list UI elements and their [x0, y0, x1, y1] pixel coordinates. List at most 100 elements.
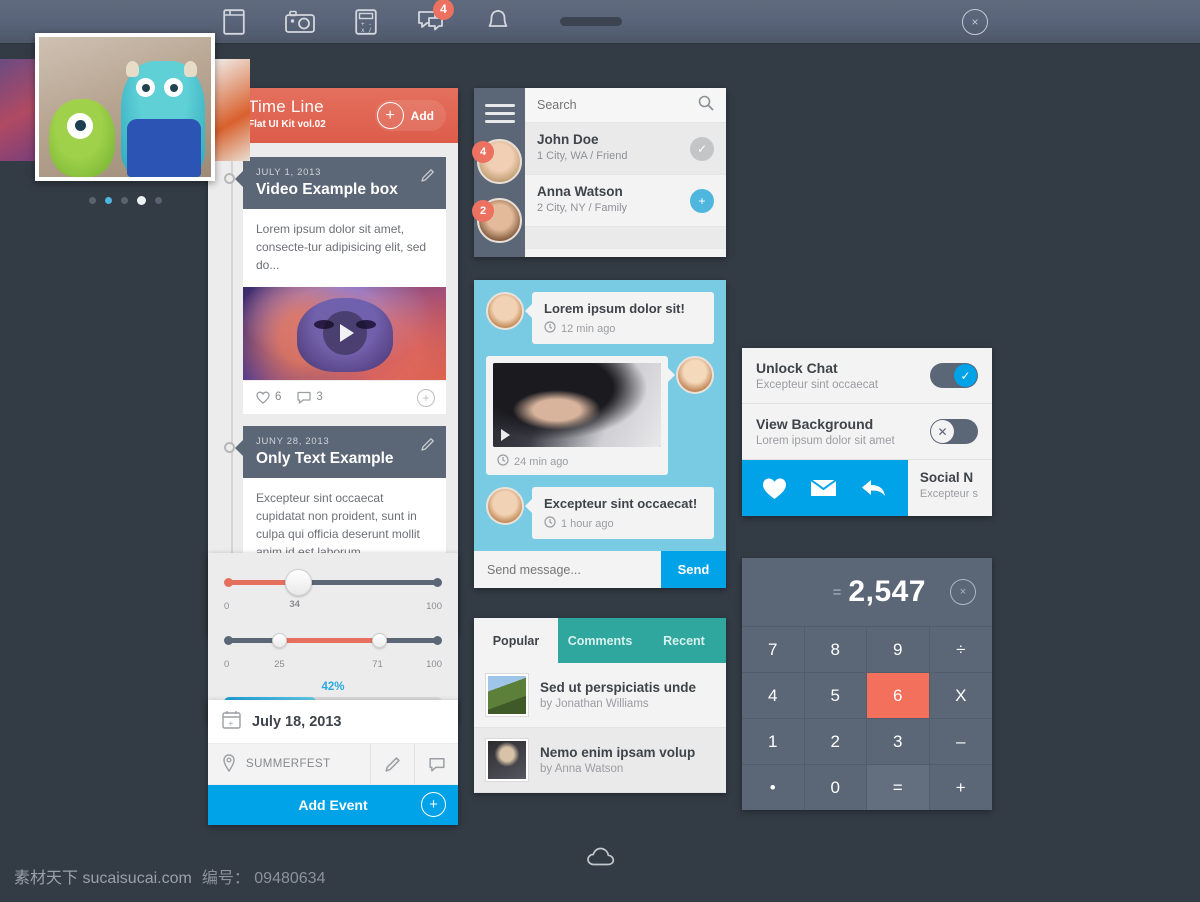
contact-row[interactable]: Anna Watson 2 City, NY / Family + — [525, 175, 726, 227]
contacts-panel: 4 2 John Doe 1 City, WA / Friend ✓ Anna … — [472, 88, 726, 257]
contact-avatar[interactable]: 2 — [472, 198, 522, 243]
calc-key-4[interactable]: 4 — [742, 672, 805, 718]
more-plus-icon[interactable]: + — [417, 388, 435, 407]
contacts-footer — [525, 227, 726, 249]
clear-icon[interactable]: × — [950, 579, 976, 605]
tab-comments[interactable]: Comments — [558, 618, 642, 663]
calculator-icon[interactable]: + -x / — [348, 6, 384, 38]
calculator-value: 2,547 — [848, 575, 926, 608]
add-event-button[interactable]: Add Event + — [208, 785, 458, 825]
mike-pupil — [75, 120, 86, 131]
chat-timestamp: 1 hour ago — [544, 516, 702, 531]
envelope-icon[interactable] — [810, 478, 838, 498]
list-item[interactable]: Sed ut perspiciatis unde by Jonathan Wil… — [474, 663, 726, 728]
calc-key-minus[interactable]: – — [929, 718, 992, 764]
sliders-panel: 0 100 34 0 25 71 100 42% — [208, 553, 458, 721]
timeline-item-headline: Only Text Example — [256, 449, 394, 467]
calc-key-5[interactable]: 5 — [804, 672, 867, 718]
chat-photo[interactable] — [493, 363, 661, 447]
message-input[interactable] — [487, 562, 648, 577]
slider-handle[interactable] — [285, 569, 313, 596]
chat-bubble: Lorem ipsum dolor sit! 12 min ago — [525, 292, 714, 344]
heart-icon — [256, 391, 270, 404]
gallery-dot[interactable] — [104, 197, 112, 204]
calc-key-plus[interactable]: + — [929, 764, 992, 810]
chat-time-label: 24 min ago — [514, 455, 569, 468]
calc-key-multiply[interactable]: X — [929, 672, 992, 718]
calc-key-3[interactable]: 3 — [867, 718, 930, 764]
like-count: 6 — [275, 391, 282, 404]
timeline-add-button[interactable]: + Add — [374, 100, 446, 131]
timeline-item-header: JULY 1, 2013 Video Example box — [235, 157, 446, 209]
message-field[interactable] — [474, 551, 661, 588]
gallery-dot-active[interactable] — [136, 196, 146, 205]
range-slider-labels: 0 25 71 100 — [224, 659, 442, 673]
contact-check-icon[interactable]: ✓ — [690, 137, 714, 161]
contact-avatar[interactable]: 4 — [472, 139, 522, 184]
range-handle-low[interactable] — [271, 633, 287, 648]
comment-icon[interactable] — [414, 744, 458, 784]
event-date-row: + July 18, 2013 — [208, 700, 458, 744]
location-pin-icon — [222, 753, 236, 775]
chat-timestamp: 12 min ago — [544, 321, 702, 336]
range-handle-high[interactable] — [372, 633, 388, 648]
play-icon[interactable] — [322, 311, 367, 356]
gallery-slide-prev[interactable] — [0, 59, 36, 161]
calc-key-7[interactable]: 7 — [742, 626, 805, 672]
add-event-label: Add Event — [298, 797, 368, 813]
photo-artwork — [493, 363, 661, 447]
slider-value-label: 34 — [289, 599, 300, 610]
menu-hamburger-icon[interactable] — [484, 104, 515, 123]
calc-key-9[interactable]: 9 — [867, 626, 930, 672]
list-item[interactable]: Nemo enim ipsam volup by Anna Watson — [474, 728, 726, 793]
comment-icon — [297, 391, 312, 404]
reply-icon[interactable] — [861, 478, 888, 499]
list-thumbnail — [486, 739, 528, 781]
contact-row[interactable]: John Doe 1 City, WA / Friend ✓ — [525, 123, 726, 175]
gallery-slide-current[interactable] — [35, 33, 215, 181]
search-icon[interactable] — [698, 95, 714, 116]
like-stat[interactable]: 6 — [256, 391, 281, 404]
timeline-video-thumbnail[interactable] — [243, 286, 446, 380]
calc-key-6[interactable]: 6 — [867, 672, 930, 718]
calc-key-decimal[interactable]: • — [742, 764, 805, 810]
gallery-dot[interactable] — [154, 197, 162, 204]
calc-key-divide[interactable]: ÷ — [929, 626, 992, 672]
edit-pencil-icon[interactable] — [421, 168, 435, 187]
calc-key-8[interactable]: 8 — [804, 626, 867, 672]
gallery-dot[interactable] — [88, 197, 96, 204]
calc-key-2[interactable]: 2 — [804, 718, 867, 764]
progress-percent-label: 42% — [321, 681, 345, 693]
close-icon[interactable]: × — [962, 9, 988, 35]
sulley-pupil-left — [142, 84, 150, 92]
setting-row-view-background: View Background Lorem ipsum dolor sit am… — [742, 404, 992, 460]
toolbar-icon-group: + -x / 4 — [216, 0, 516, 38]
slider-fill — [278, 638, 379, 643]
contact-add-icon[interactable]: + — [690, 189, 714, 213]
chat-icon[interactable]: 4 — [414, 0, 454, 38]
play-icon[interactable] — [501, 429, 510, 441]
gallery-dot[interactable] — [120, 197, 128, 204]
calc-key-1[interactable]: 1 — [742, 718, 805, 764]
quick-actions — [742, 460, 908, 516]
chat-text: Lorem ipsum dolor sit! — [544, 301, 685, 316]
edit-pencil-icon[interactable] — [421, 437, 435, 456]
toggle-unlock-chat[interactable]: ✓ — [930, 363, 978, 388]
calc-key-0[interactable]: 0 — [804, 764, 867, 810]
bell-icon[interactable] — [480, 6, 516, 38]
gallery-slide-next[interactable] — [214, 59, 250, 161]
camera-icon[interactable] — [282, 6, 318, 38]
calc-key-equals[interactable]: = — [867, 764, 930, 810]
edit-pencil-icon[interactable] — [370, 744, 414, 784]
heart-icon[interactable] — [762, 477, 787, 500]
tab-popular[interactable]: Popular — [474, 618, 558, 663]
send-button[interactable]: Send — [661, 551, 726, 588]
toggle-view-background[interactable]: ✕ — [930, 419, 978, 444]
search-input[interactable] — [537, 98, 698, 112]
search-bar[interactable] — [525, 88, 726, 123]
tab-recent[interactable]: Recent — [642, 618, 726, 663]
single-slider[interactable] — [224, 569, 442, 599]
comment-stat[interactable]: 3 — [297, 391, 323, 404]
single-slider-labels: 0 100 34 — [224, 599, 442, 615]
range-slider[interactable] — [224, 627, 442, 657]
